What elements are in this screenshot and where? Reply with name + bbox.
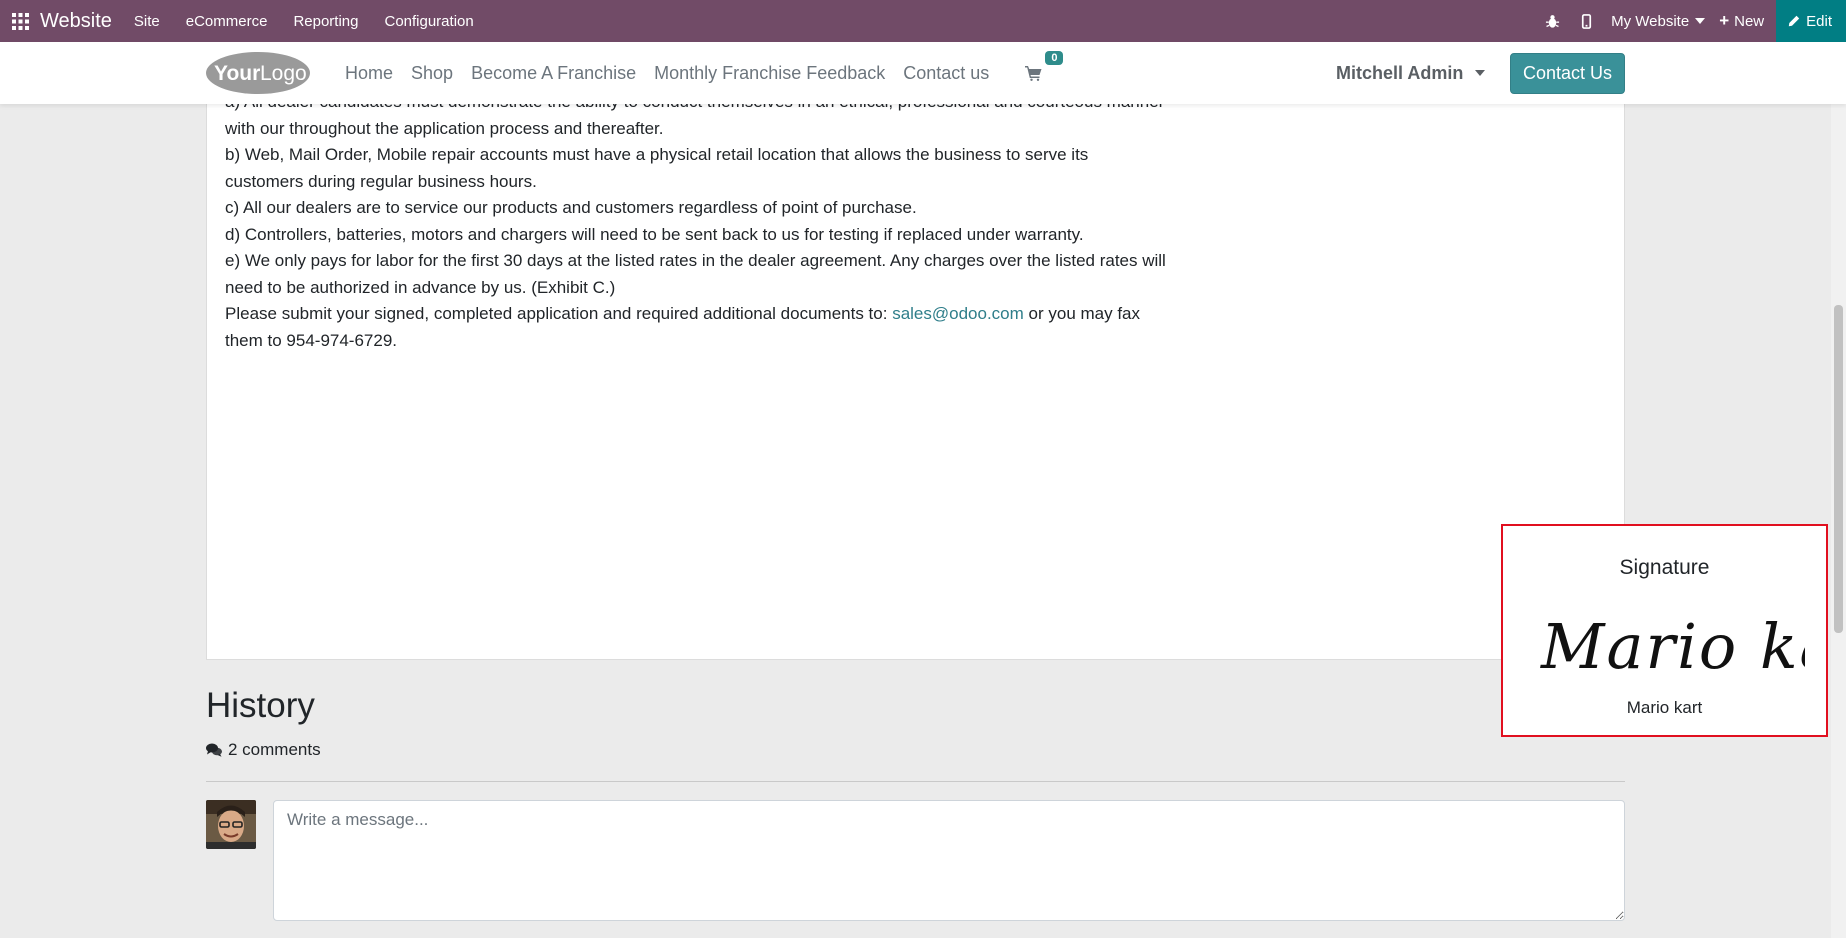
document-card: a) All dealer candidates must demonstrat…	[206, 80, 1828, 737]
new-button-label: New	[1734, 12, 1765, 30]
site-logo[interactable]: Your Logo	[205, 51, 311, 95]
new-button[interactable]: + New	[1719, 11, 1764, 31]
doc-line: c) All our dealers are to service our pr…	[225, 198, 917, 217]
nav-home[interactable]: Home	[345, 63, 393, 84]
admin-bar: Website Site eCommerce Reporting Configu…	[0, 0, 1846, 42]
svg-text:Logo: Logo	[260, 62, 307, 85]
message-input[interactable]	[273, 800, 1625, 921]
submit-prefix: Please submit your signed, completed app…	[225, 304, 893, 323]
menu-reporting[interactable]: Reporting	[293, 13, 358, 30]
doc-line: d) Controllers, batteries, motors and ch…	[225, 224, 1084, 244]
doc-line: with our throughout the application proc…	[225, 118, 664, 138]
signature-block: Signature Mario kart Mario kart	[1501, 524, 1828, 737]
nav-links: Home Shop Become A Franchise Monthly Fra…	[345, 42, 1064, 104]
document-text: a) All dealer candidates must demonstrat…	[225, 89, 1225, 354]
menu-ecommerce[interactable]: eCommerce	[186, 13, 268, 30]
nav-become-franchise[interactable]: Become A Franchise	[471, 63, 636, 84]
signature-title: Signature	[1619, 556, 1710, 579]
website-selector-label: My Website	[1611, 12, 1690, 30]
chevron-down-icon	[1695, 18, 1706, 24]
history-divider	[206, 781, 1625, 782]
submit-suffix: or you may fax	[1023, 304, 1141, 323]
user-name: Mitchell Admin	[1336, 62, 1464, 83]
comments-count-label: 2 comments	[228, 740, 321, 759]
doc-submit-line: Please submit your signed, completed app…	[225, 301, 1225, 328]
website-selector[interactable]: My Website	[1611, 12, 1706, 30]
contact-us-button[interactable]: Contact Us	[1510, 53, 1625, 94]
signer-name: Mario kart	[1626, 698, 1703, 717]
edit-button-label: Edit	[1806, 12, 1832, 30]
comments-icon	[206, 743, 222, 757]
doc-line: them to 954-974-6729.	[225, 330, 398, 350]
shopping-cart-icon	[1025, 66, 1042, 81]
doc-line: e) We only pays for labor for the first …	[225, 251, 1166, 270]
signature-image: Mario kart	[1540, 610, 1805, 683]
cart-count-badge: 0	[1045, 51, 1064, 65]
debug-bug-icon[interactable]	[1535, 0, 1569, 42]
mobile-preview-icon[interactable]	[1569, 0, 1603, 42]
cart-link[interactable]: 0	[1025, 51, 1064, 81]
doc-line: need to be authorized in advance by us. …	[225, 277, 616, 297]
nav-contact[interactable]: Contact us	[903, 63, 989, 84]
svg-text:Mario kart: Mario kart	[1540, 610, 1805, 683]
user-avatar	[206, 800, 256, 849]
app-brand[interactable]: Website	[40, 10, 112, 33]
history-title: History	[206, 686, 315, 725]
apps-grid-icon[interactable]	[0, 0, 40, 42]
doc-line: customers during regular business hours.	[225, 171, 537, 191]
user-menu[interactable]: Mitchell Admin	[1336, 42, 1486, 104]
menu-site[interactable]: Site	[134, 13, 160, 30]
sales-email-link[interactable]: sales@odoo.com	[892, 304, 1024, 323]
edit-button[interactable]: Edit	[1776, 0, 1846, 42]
plus-icon: +	[1719, 11, 1730, 30]
nav-monthly-feedback[interactable]: Monthly Franchise Feedback	[654, 63, 885, 84]
nav-shop[interactable]: Shop	[411, 63, 453, 84]
menu-configuration[interactable]: Configuration	[384, 13, 473, 30]
doc-line: b) Web, Mail Order, Mobile repair accoun…	[225, 145, 1089, 164]
pencil-icon	[1788, 15, 1800, 27]
page-scrollbar-thumb[interactable]	[1834, 305, 1843, 633]
svg-text:Your: Your	[214, 62, 260, 85]
comments-count: 2 comments	[206, 740, 321, 760]
chevron-down-icon	[1475, 70, 1486, 76]
